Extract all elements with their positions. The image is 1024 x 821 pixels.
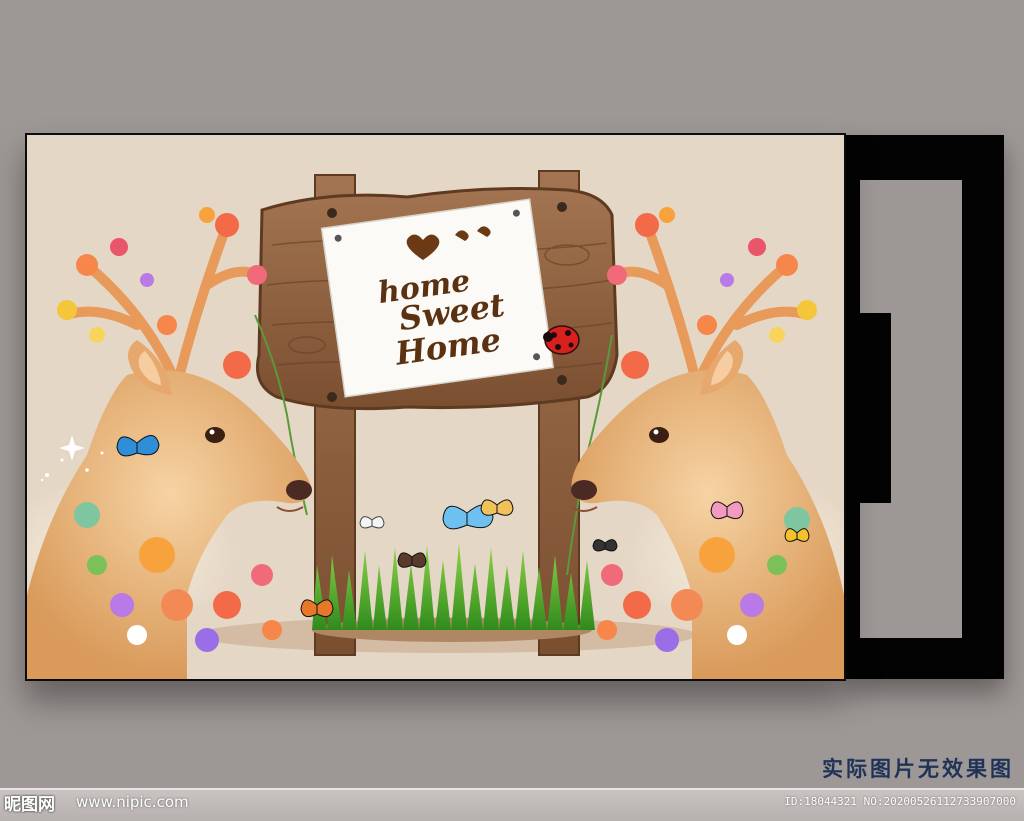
back-frame-inset (846, 313, 891, 503)
watermark-id: ID:18044321 NO:20200526112733907000 (784, 795, 1016, 808)
watermark-logo: 昵图网 (4, 795, 55, 815)
mural-artwork: home Sweet Home (27, 170, 844, 679)
effect-disclaimer-caption: 实际图片无效果图 (822, 757, 1014, 781)
butterfly-icon (397, 552, 427, 568)
butterfly-icon (442, 499, 514, 530)
mural-canvas: home Sweet Home (25, 133, 846, 681)
butterfly-icon (359, 516, 385, 529)
watermark-url: www.nipic.com (76, 793, 189, 811)
butterfly-icon (592, 539, 618, 552)
